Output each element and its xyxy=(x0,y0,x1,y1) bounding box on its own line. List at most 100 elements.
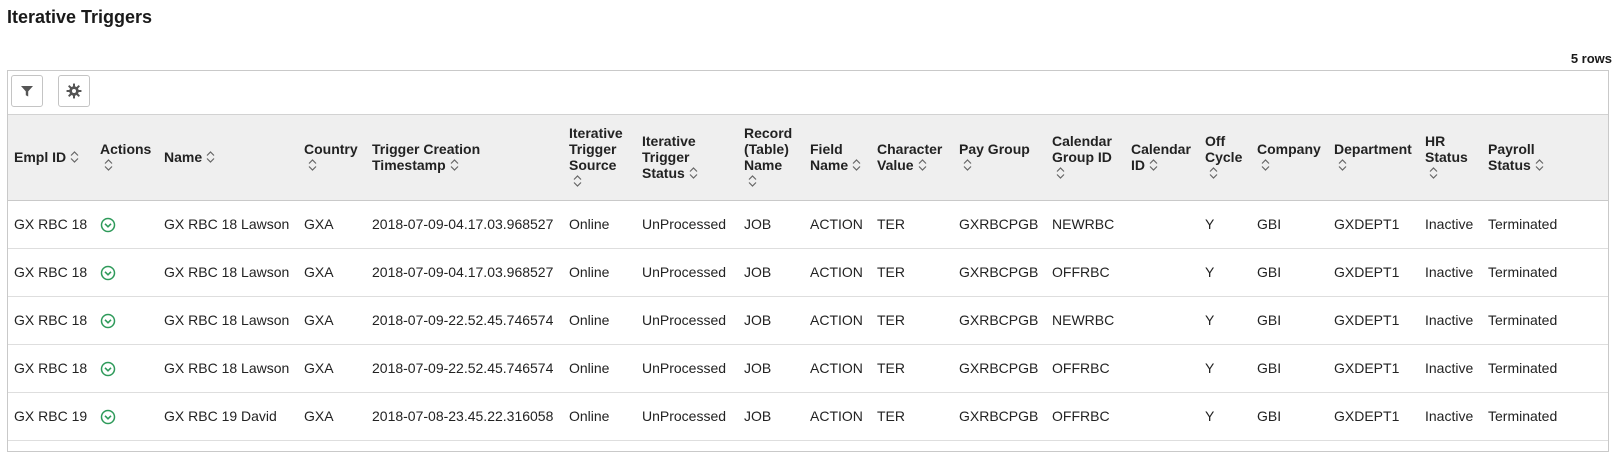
field-name-cell: ACTION xyxy=(810,408,863,424)
sort-icon[interactable] xyxy=(104,158,113,174)
column-header[interactable]: Iterative Trigger Source xyxy=(563,115,636,201)
column-header[interactable]: Trigger Creation Timestamp xyxy=(366,115,563,201)
record-cell: JOB xyxy=(744,408,772,424)
sort-icon[interactable] xyxy=(1338,158,1347,174)
off-cycle-cell: Y xyxy=(1205,264,1215,280)
country-cell: GXA xyxy=(304,360,334,376)
column-header[interactable]: Character Value xyxy=(871,115,953,201)
gear-icon xyxy=(66,83,82,99)
filter-button[interactable] xyxy=(11,75,43,107)
page-title: Iterative Triggers xyxy=(7,7,153,27)
column-header[interactable]: Record (Table) Name xyxy=(738,115,804,201)
column-header-label: Value xyxy=(877,156,914,173)
actions-cell xyxy=(94,200,158,248)
column-header-label: Status xyxy=(642,164,685,181)
column-header[interactable]: Pay Group xyxy=(953,115,1046,201)
column-header[interactable]: Iterative Trigger Status xyxy=(636,115,738,201)
column-header-label: Field xyxy=(810,140,843,157)
sort-icon[interactable] xyxy=(1429,166,1438,182)
calendar-id-cell xyxy=(1125,392,1199,440)
column-header[interactable]: Calendar ID xyxy=(1125,115,1199,201)
column-header-label: Empl ID xyxy=(14,148,67,165)
column-header-label: Cycle xyxy=(1205,148,1243,165)
column-header-label: Timestamp xyxy=(372,156,446,173)
actions-cell xyxy=(94,296,158,344)
table-row: GX RBC 19 GX RBC 19 David GXA 2018-07-08-23… xyxy=(8,392,1608,440)
column-header[interactable]: Name xyxy=(158,115,298,201)
column-header-label: Payroll xyxy=(1488,140,1535,157)
off-cycle-cell: Y xyxy=(1205,216,1215,232)
empl-id-cell: GX RBC 18 xyxy=(14,360,88,376)
sort-icon[interactable] xyxy=(918,158,927,174)
filter-icon xyxy=(21,86,33,97)
company-cell: GBI xyxy=(1257,264,1282,280)
calendar-id-cell xyxy=(1125,248,1199,296)
column-header[interactable]: Field Name xyxy=(804,115,871,201)
column-header-label: HR xyxy=(1425,132,1446,149)
company-cell: GBI xyxy=(1257,360,1282,376)
source-cell: Online xyxy=(569,216,610,232)
column-header-label: Calendar xyxy=(1052,132,1112,149)
column-header[interactable]: Off Cycle xyxy=(1199,115,1251,201)
column-header-label: Status xyxy=(1488,156,1531,173)
status-cell: UnProcessed xyxy=(642,216,727,232)
row-actions-chevron-icon[interactable] xyxy=(100,409,116,425)
column-header-label: Group ID xyxy=(1052,148,1112,165)
column-header[interactable]: Actions xyxy=(94,115,158,201)
department-cell: GXDEPT1 xyxy=(1334,312,1400,328)
pay-group-cell: GXRBCPGB xyxy=(959,216,1039,232)
column-header-label: Pay Group xyxy=(959,140,1030,157)
column-header-label: Iterative xyxy=(642,132,696,149)
sort-icon[interactable] xyxy=(689,166,698,182)
column-header[interactable]: HR Status xyxy=(1419,115,1482,201)
column-header-label: ID xyxy=(1131,156,1145,173)
settings-button[interactable] xyxy=(58,75,90,107)
calendar-group-cell: OFFRBC xyxy=(1052,408,1110,424)
sort-icon[interactable] xyxy=(1209,166,1218,182)
status-cell: UnProcessed xyxy=(642,360,727,376)
timestamp-cell: 2018-07-09-22.52.45.746574 xyxy=(372,360,554,376)
column-header[interactable]: Payroll Status xyxy=(1482,115,1608,201)
sort-icon[interactable] xyxy=(963,158,972,174)
table-header-row: Empl ID Actions Name Country Trigger Creatio… xyxy=(8,115,1608,201)
sort-icon[interactable] xyxy=(748,174,757,190)
sort-icon[interactable] xyxy=(1149,158,1158,174)
calendar-group-cell: OFFRBC xyxy=(1052,360,1110,376)
source-cell: Online xyxy=(569,312,610,328)
payroll-status-cell: Terminated xyxy=(1488,408,1558,424)
sort-icon[interactable] xyxy=(1261,158,1270,174)
actions-cell xyxy=(94,248,158,296)
payroll-status-cell: Terminated xyxy=(1488,312,1558,328)
iterative-triggers-grid: Empl ID Actions Name Country Trigger Creatio… xyxy=(7,70,1609,452)
sort-icon[interactable] xyxy=(70,150,79,166)
row-actions-chevron-icon[interactable] xyxy=(100,361,116,377)
sort-icon[interactable] xyxy=(1535,158,1544,174)
hr-status-cell: Inactive xyxy=(1425,264,1474,280)
company-cell: GBI xyxy=(1257,408,1282,424)
row-actions-chevron-icon[interactable] xyxy=(100,265,116,281)
row-actions-chevron-icon[interactable] xyxy=(100,313,116,329)
sort-icon[interactable] xyxy=(450,158,459,174)
sort-icon[interactable] xyxy=(852,158,861,174)
column-header[interactable]: Company xyxy=(1251,115,1328,201)
calendar-group-cell: NEWRBC xyxy=(1052,216,1115,232)
column-header-label: (Table) xyxy=(744,140,789,157)
name-cell: GX RBC 18 Lawson xyxy=(164,264,290,280)
column-header[interactable]: Department xyxy=(1328,115,1419,201)
empl-id-cell: GX RBC 18 xyxy=(14,312,88,328)
column-header-label: Department xyxy=(1334,140,1412,157)
column-header[interactable]: Empl ID xyxy=(8,115,94,201)
calendar-id-cell xyxy=(1125,344,1199,392)
sort-icon[interactable] xyxy=(206,150,215,166)
company-cell: GBI xyxy=(1257,216,1282,232)
sort-icon[interactable] xyxy=(308,158,317,174)
column-header[interactable]: Calendar Group ID xyxy=(1046,115,1125,201)
row-actions-chevron-icon[interactable] xyxy=(100,217,116,233)
column-header-label: Company xyxy=(1257,140,1321,157)
actions-cell xyxy=(94,344,158,392)
column-header[interactable]: Country xyxy=(298,115,366,201)
source-cell: Online xyxy=(569,408,610,424)
sort-icon[interactable] xyxy=(1056,166,1065,182)
sort-icon[interactable] xyxy=(573,174,582,190)
name-cell: GX RBC 18 Lawson xyxy=(164,216,290,232)
